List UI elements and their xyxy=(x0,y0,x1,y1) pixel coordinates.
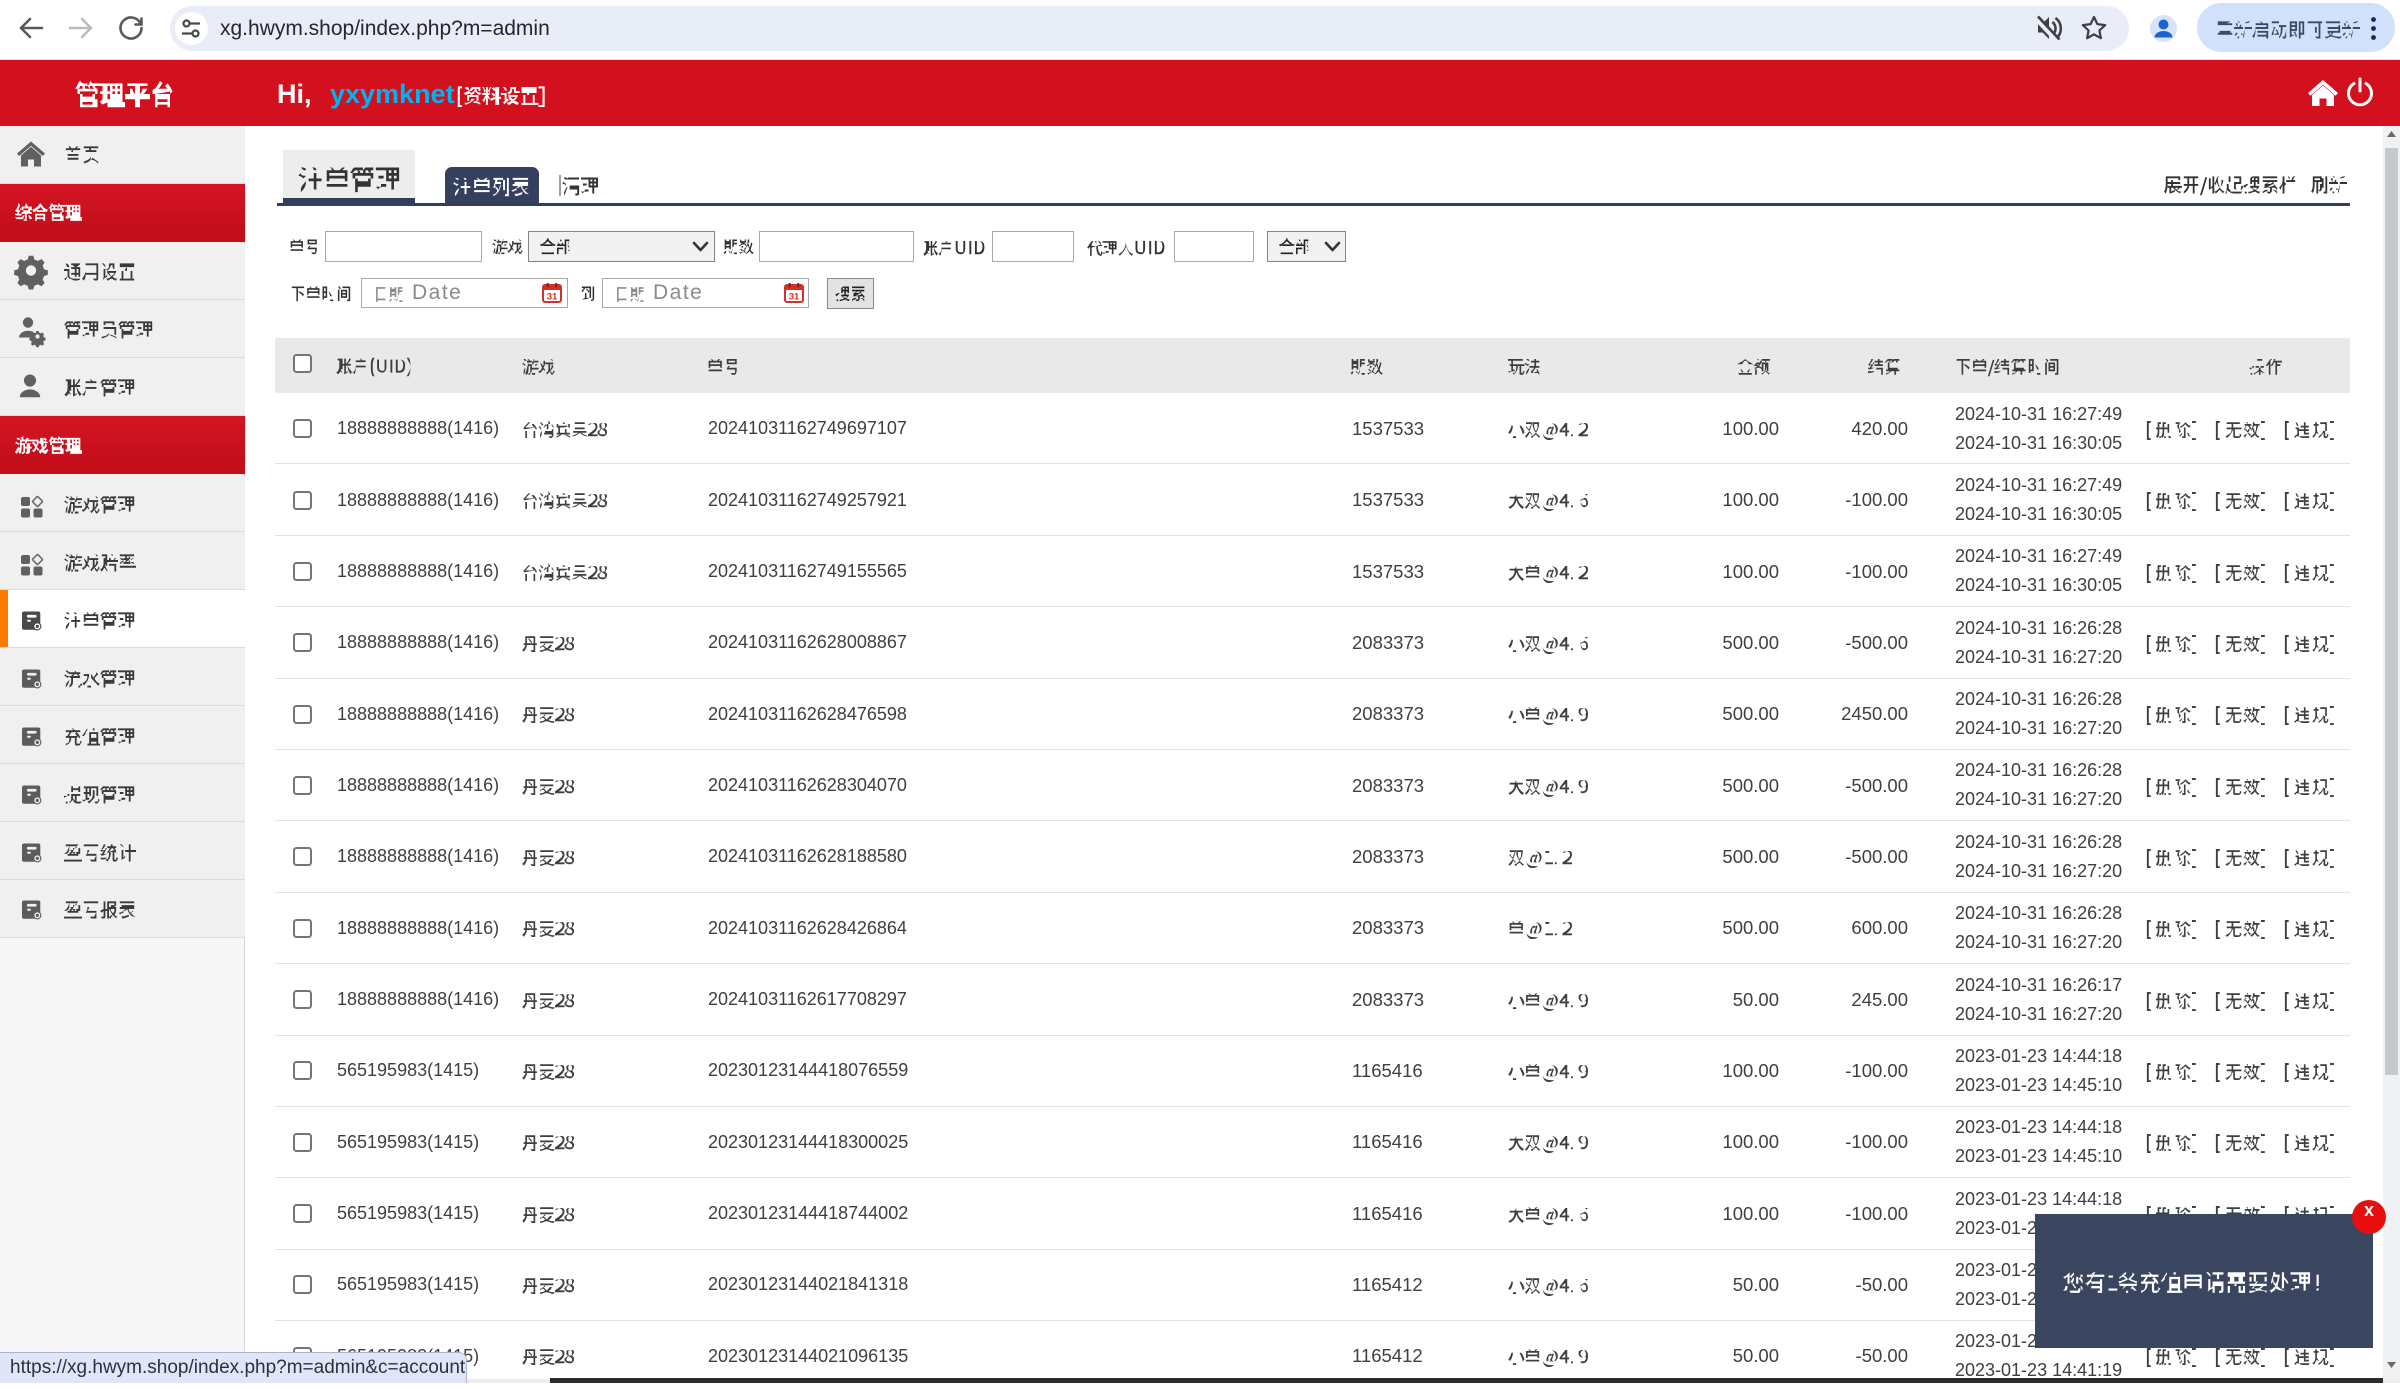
svg-text:31: 31 xyxy=(789,292,800,303)
svg-text:31: 31 xyxy=(547,292,558,303)
